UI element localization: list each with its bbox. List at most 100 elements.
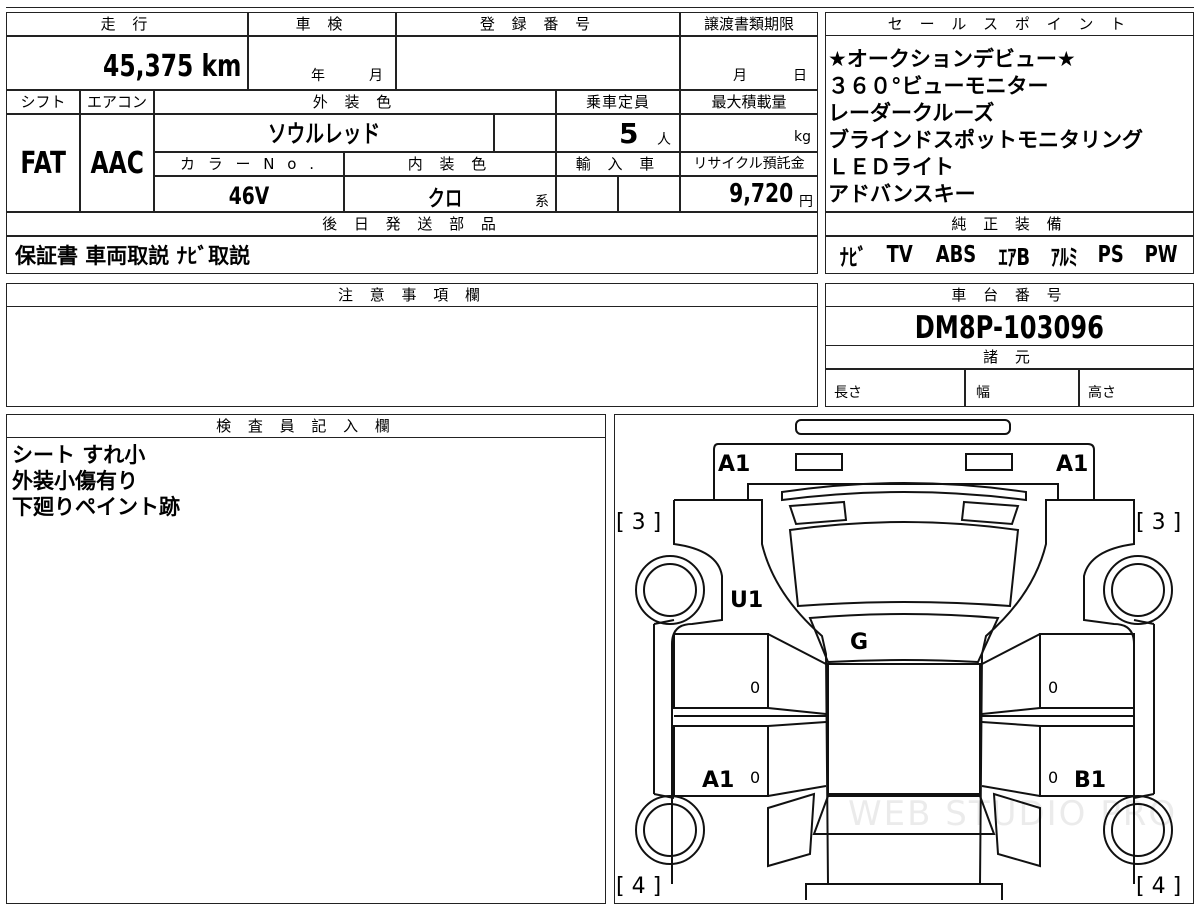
mark-fender-left: U1: [730, 588, 764, 613]
mark-front-right: A1: [1056, 452, 1089, 477]
mark-zero: 0: [1048, 678, 1059, 697]
wheel-front-left-shape: [635, 555, 705, 625]
tire-rear-left-score: [ 4 ]: [616, 874, 662, 899]
mark-zero: 0: [750, 768, 761, 787]
chassis-header: 車 台 番 号: [825, 283, 1194, 307]
mileage-value: 45,375 km: [102, 49, 241, 84]
exterior-color-header: 外 装 色: [154, 90, 556, 114]
inspection-header: 車 検: [248, 12, 396, 36]
mark-zero: 0: [1048, 768, 1059, 787]
interior-color-value: クロ: [427, 187, 463, 212]
mark-zero: 0: [750, 678, 761, 697]
shift-header: シフト: [6, 90, 80, 114]
spec-width-cell: 幅: [965, 369, 1079, 407]
mark-hood: G: [850, 630, 869, 655]
inspector-header: 検 査 員 記 入 欄: [6, 414, 606, 438]
sales-point-item: ＬＥＤライト: [828, 155, 954, 179]
max-load-cell: kg: [680, 114, 818, 152]
exterior-color-value: ソウルレッド: [267, 120, 381, 148]
spec-length-label: 長さ: [834, 385, 862, 401]
registration-header: 登 録 番 号: [396, 12, 680, 36]
interior-color-suffix: 系: [535, 194, 549, 210]
import-cell-1: [556, 176, 618, 212]
inspection-month-label: 月: [369, 68, 383, 84]
mark-door-left: A1: [702, 768, 735, 793]
transfer-deadline-header: 譲渡書類期限: [680, 12, 818, 36]
wheel-rear-left-shape: [635, 795, 705, 865]
right-frame-cap-shape: [1133, 619, 1155, 799]
spec-width-label: 幅: [976, 385, 990, 401]
mileage-cell: 45,375 km: [6, 36, 248, 90]
capacity-unit: 人: [657, 132, 671, 148]
equipment-item: ｴｱB: [998, 245, 1031, 271]
windshield-shape: [808, 613, 1000, 664]
rear-bumper-shape: [805, 883, 1003, 900]
top-strip: [6, 0, 1194, 8]
mileage-header: 走 行: [6, 12, 248, 36]
max-load-header: 最大積載量: [680, 90, 818, 114]
equipment-item: PS: [1098, 242, 1125, 268]
rear-quarter-left-shape: [767, 792, 816, 868]
capacity-value: 5: [619, 117, 639, 150]
recycle-fee-unit: 円: [799, 194, 813, 210]
color-no-header: カ ラ ー N o .: [154, 152, 344, 176]
parts-header: 後 日 発 送 部 品: [6, 212, 818, 236]
color-no-value: 46V: [228, 182, 270, 210]
equipment-item: TV: [887, 242, 914, 268]
tire-front-right-score: [ 3 ]: [1136, 510, 1182, 535]
exterior-color-cell: ソウルレッド: [154, 114, 494, 152]
mark-door-right: B1: [1074, 768, 1107, 793]
parts-value: 保証書 車両取説 ﾅﾋﾞ取説: [15, 244, 251, 268]
import-header: 輸 入 車: [556, 152, 680, 176]
spec-height-label: 高さ: [1088, 385, 1116, 401]
notes-header: 注 意 事 項 欄: [6, 283, 818, 307]
front-lamp-right-shape: [965, 453, 1013, 471]
roof-shape: [827, 663, 981, 795]
tire-rear-right-score: [ 4 ]: [1136, 874, 1182, 899]
interior-color-header: 内 装 色: [344, 152, 556, 176]
chassis-number: DM8P-103096: [914, 310, 1105, 346]
spec-length-cell: 長さ: [825, 369, 965, 407]
interior-color-cell: クロ 系: [344, 176, 556, 212]
max-load-unit: kg: [794, 129, 811, 145]
inspection-year-label: 年: [311, 68, 325, 84]
tire-front-left-score: [ 3 ]: [616, 510, 662, 535]
watermark: WEB STUDIO PRO: [848, 794, 1178, 834]
inspector-notes: シート すれ小 外装小傷有り 下廻りペイント跡: [12, 442, 592, 520]
transfer-day-label: 日: [793, 68, 807, 84]
grille-shape: [781, 482, 1027, 502]
recycle-header: リサイクル預託金: [680, 152, 818, 176]
sales-point-item: ブラインドスポットモニタリング: [828, 128, 1143, 152]
sales-point-item: アドバンスキー: [828, 182, 976, 206]
transfer-deadline-cell: 月 日: [680, 36, 818, 90]
shift-cell: FAT: [6, 114, 80, 212]
inspection-cell: 年 月: [248, 36, 396, 90]
wheel-front-left-inner-shape: [643, 563, 697, 617]
wheel-rear-left-inner-shape: [643, 803, 697, 857]
parts-cell: 保証書 車両取説 ﾅﾋﾞ取説: [6, 236, 818, 274]
recycle-fee-value: 9,720: [728, 179, 793, 209]
aircon-header: エアコン: [80, 90, 154, 114]
aircon-cell: AAC: [80, 114, 154, 212]
equipment-item: ｱﾙﾐ: [1051, 245, 1078, 271]
hood-shape: [788, 521, 1020, 608]
inspector-note-line: 外装小傷有り: [12, 469, 138, 493]
color-no-cell: 46V: [154, 176, 344, 212]
sales-point-item: レーダークルーズ: [828, 101, 995, 125]
equipment-item: ﾅﾋﾞ: [840, 245, 868, 271]
transfer-month-label: 月: [733, 68, 747, 84]
equipment-cell: ﾅﾋﾞ TV ABS ｴｱB ｱﾙﾐ PS PW: [825, 236, 1194, 274]
equipment-item: ABS: [935, 242, 976, 268]
sales-point-item: ３６０°ビューモニター: [828, 74, 1049, 98]
chassis-number-cell: DM8P-103096: [825, 307, 1194, 346]
wheel-front-right-inner-shape: [1111, 563, 1165, 617]
aircon-value: AAC: [90, 146, 144, 181]
import-cell-2: [618, 176, 680, 212]
front-bumper-shape: [795, 419, 1011, 435]
inspector-note-line: 下廻りペイント跡: [12, 495, 180, 519]
sales-points-header: セ ー ル ス ポ イ ン ト: [825, 12, 1194, 36]
equipment-header: 純 正 装 備: [825, 212, 1194, 236]
capacity-header: 乗車定員: [556, 90, 680, 114]
registration-cell: [396, 36, 680, 90]
sales-points-list: ★オークションデビュー★ ３６０°ビューモニター レーダークルーズ ブラインドス…: [828, 46, 1192, 208]
